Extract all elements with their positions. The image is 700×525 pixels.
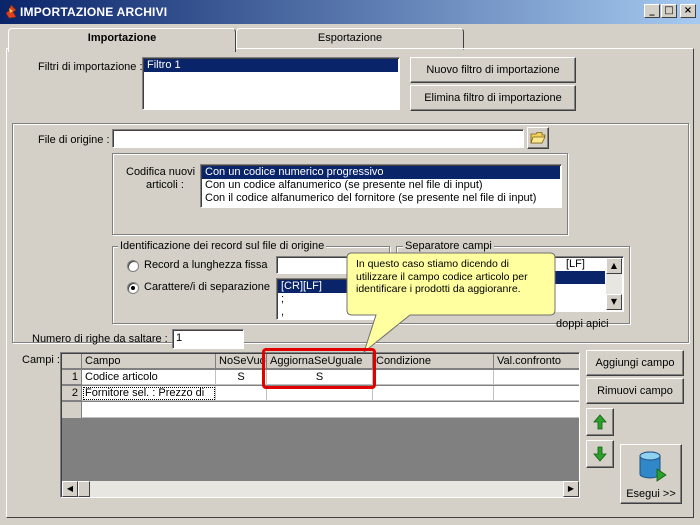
col-header-valconfronto[interactable]: Val.confronto xyxy=(494,354,579,369)
codifica-label-2: articoli : xyxy=(146,179,184,191)
cell-campo[interactable]: Fornitore sel. : Prezzo di xyxy=(82,386,216,401)
row-number: 2 xyxy=(62,386,82,401)
separator-label: Carattere/i di separazione xyxy=(144,281,270,293)
codifica-list[interactable]: Con un codice numerico progressivo Con u… xyxy=(200,164,562,208)
grid-row-stub xyxy=(62,402,82,418)
cell-valconfronto[interactable] xyxy=(494,370,579,385)
double-quotes-label: doppi apici xyxy=(556,318,609,330)
fixed-length-label: Record a lunghezza fissa xyxy=(144,259,268,271)
grid-empty-row[interactable] xyxy=(82,402,579,418)
campi-label: Campi : xyxy=(22,354,60,366)
minimize-button[interactable]: _ xyxy=(644,4,660,18)
tooltip-text: In questo caso stiamo dicendo di utilizz… xyxy=(356,258,528,295)
grid-corner xyxy=(62,354,82,369)
window-title: IMPORTAZIONE ARCHIVI xyxy=(20,5,168,19)
cell-campo[interactable]: Codice articolo xyxy=(82,370,216,385)
radio-separator[interactable] xyxy=(127,282,139,294)
database-icon xyxy=(639,451,667,482)
codifica-option[interactable]: Con un codice alfanumerico (se presente … xyxy=(202,179,560,192)
run-button[interactable]: Esegui >> xyxy=(620,444,682,504)
tab-esportazione[interactable]: Esportazione xyxy=(236,28,464,50)
scrollbar-track[interactable] xyxy=(606,274,622,294)
source-file-label: File di origine : xyxy=(38,134,110,146)
skip-rows-value: 1 xyxy=(176,332,183,344)
codifica-option[interactable]: Con un codice numerico progressivo xyxy=(202,166,560,179)
col-header-campo[interactable]: Campo xyxy=(82,354,216,369)
identificazione-title: Identificazione dei record sul file di o… xyxy=(118,240,327,252)
add-field-button[interactable]: Aggiungi campo xyxy=(586,350,684,376)
arrow-down-icon xyxy=(593,446,607,462)
codifica-option[interactable]: Con il codice alfanumerico del fornitore… xyxy=(202,192,560,205)
scroll-down-button[interactable]: ▼ xyxy=(606,294,622,310)
source-file-input[interactable] xyxy=(112,129,524,148)
cell-condizione[interactable] xyxy=(373,386,494,401)
skip-rows-input[interactable]: 1 xyxy=(172,329,244,349)
arrow-up-icon xyxy=(593,414,607,430)
radio-selected-dot xyxy=(131,286,135,290)
col-header-condizione[interactable]: Condizione xyxy=(373,354,494,369)
folder-icon xyxy=(530,132,546,144)
filters-label: Filtri di importazione : xyxy=(38,61,143,73)
move-up-button[interactable] xyxy=(586,408,614,436)
browse-folder-button[interactable] xyxy=(527,127,549,149)
remove-field-button[interactable]: Rimuovi campo xyxy=(586,378,684,404)
delete-filter-button[interactable]: Elimina filtro di importazione xyxy=(410,85,576,111)
col-header-nosevuoto[interactable]: NoSeVuoto xyxy=(216,354,267,369)
cell-valconfronto[interactable] xyxy=(494,386,579,401)
row-number: 1 xyxy=(62,370,82,385)
filters-list[interactable]: Filtro 1 xyxy=(142,57,400,110)
scroll-thumb[interactable] xyxy=(78,481,90,497)
codifica-label-1: Codifica nuovi xyxy=(126,166,196,178)
skip-rows-label: Numero di righe da saltare : xyxy=(32,333,168,345)
new-filter-button[interactable]: Nuovo filtro di importazione xyxy=(410,57,576,83)
scroll-left-button[interactable]: ◀ xyxy=(62,481,78,497)
maximize-button[interactable]: □ xyxy=(661,4,677,18)
filter-item[interactable]: Filtro 1 xyxy=(144,59,398,72)
highlight-box xyxy=(262,348,376,389)
scroll-right-button[interactable]: ▶ xyxy=(563,481,579,497)
run-button-label: Esegui >> xyxy=(626,488,676,500)
cell-condizione[interactable] xyxy=(373,370,494,385)
separatore-title: Separatore campi xyxy=(403,240,494,252)
radio-fixed-length[interactable] xyxy=(127,260,139,272)
scroll-up-button[interactable]: ▲ xyxy=(606,258,622,274)
cell-nosevuoto[interactable]: S xyxy=(216,370,267,385)
close-button[interactable]: × xyxy=(680,4,696,18)
move-down-button[interactable] xyxy=(586,440,614,468)
tab-importazione[interactable]: Importazione xyxy=(8,28,236,52)
grid-hscrollbar[interactable] xyxy=(62,481,578,497)
cell-nosevuoto[interactable] xyxy=(216,386,267,401)
app-icon xyxy=(5,4,17,19)
